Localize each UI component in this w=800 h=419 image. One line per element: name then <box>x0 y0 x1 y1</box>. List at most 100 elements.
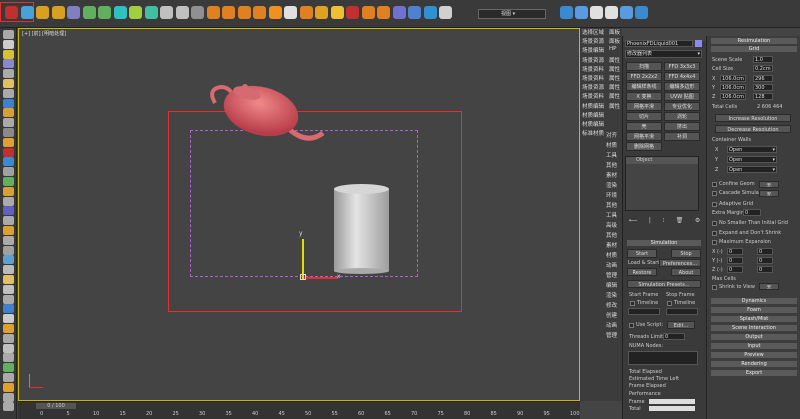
menu-item[interactable]: 面板 <box>609 28 620 36</box>
command-icon[interactable] <box>3 265 14 275</box>
adaptive-grid-checkbox[interactable] <box>712 202 717 207</box>
menu-item[interactable]: 场景资源 <box>582 83 604 91</box>
command-icon[interactable] <box>3 59 14 69</box>
stop-button[interactable]: Stop <box>671 249 701 258</box>
toolbar-tool-icon[interactable] <box>330 6 344 19</box>
wall-x-dropdown[interactable]: Open ▾ <box>727 146 777 153</box>
toolbar-tool-icon[interactable] <box>5 6 18 19</box>
toolbar-tool-icon[interactable] <box>222 6 235 19</box>
menu-item[interactable]: 属性 <box>609 56 620 64</box>
about-button[interactable]: About <box>671 268 701 276</box>
rollout-section-header[interactable]: Dynamics <box>711 298 797 304</box>
y-cells-field[interactable]: 300 <box>753 84 773 91</box>
view-nav-icon[interactable] <box>590 6 603 19</box>
menu-item[interactable]: 其他 <box>606 231 617 239</box>
x-size-field[interactable]: 106.0cm <box>720 75 746 82</box>
rollout-section-header[interactable]: Scene Interaction <box>711 325 797 331</box>
menu-item[interactable]: 场景编辑 <box>582 46 604 54</box>
menu-item[interactable]: 素材 <box>606 171 617 179</box>
object-name-field[interactable]: PhoenixFDLiquid001 <box>625 40 693 47</box>
y-minus-field[interactable]: 0 <box>727 257 743 264</box>
command-icon[interactable] <box>3 402 14 412</box>
command-icon[interactable] <box>3 226 14 235</box>
start-timeline-checkbox[interactable] <box>630 301 635 306</box>
menu-item[interactable]: 材质编辑 <box>582 102 604 110</box>
toolbar-tool-icon[interactable] <box>191 6 204 19</box>
start-button[interactable]: Start <box>627 249 657 258</box>
toolbar-tool-icon[interactable] <box>20 6 34 19</box>
pin-stack-icon[interactable]: ⟵ <box>629 217 638 224</box>
time-slider[interactable]: 0 / 100 <box>36 403 76 409</box>
toolbar-tool-icon[interactable] <box>144 6 158 19</box>
timeline-bar[interactable]: 0 / 100 0 5 10 15 20 25 30 35 40 45 50 55 60 65 70 75 80… <box>18 401 580 419</box>
menu-item[interactable]: 工具 <box>606 151 617 159</box>
z-size-field[interactable]: 106.0cm <box>720 93 746 100</box>
modifier-button[interactable]: FFD 4x4x4 <box>664 72 700 81</box>
toolbar-tool-icon[interactable] <box>160 6 173 19</box>
toolbar-tool-icon[interactable] <box>175 6 189 19</box>
command-icon[interactable] <box>3 314 14 324</box>
rollout-section-header[interactable]: Rendering <box>711 361 797 367</box>
preferences-button[interactable]: Preferences... <box>659 259 701 267</box>
y-plus-field[interactable]: 0 <box>757 257 773 264</box>
grid-rollout[interactable]: Grid <box>711 46 797 52</box>
shrink-picker[interactable]: 无 <box>759 283 779 290</box>
modifier-button[interactable]: 切片 <box>626 112 662 121</box>
command-icon[interactable] <box>3 235 14 245</box>
numa-nodes-field[interactable] <box>628 351 698 365</box>
command-icon[interactable] <box>3 69 14 79</box>
start-frame-field[interactable] <box>628 308 660 315</box>
command-icon[interactable] <box>3 157 14 167</box>
command-icon[interactable] <box>3 373 14 382</box>
z-minus-field[interactable]: 0 <box>727 266 743 273</box>
command-icon[interactable] <box>3 324 14 333</box>
command-icon[interactable] <box>3 167 14 177</box>
toolbar-tool-icon[interactable] <box>82 6 96 19</box>
toolbar-tool-icon[interactable] <box>237 6 251 19</box>
toolbar-tool-icon[interactable] <box>129 6 142 19</box>
load-start-button[interactable]: Load & Start <box>628 260 659 266</box>
decrease-resolution-button[interactable]: Decrease Resolution <box>715 125 791 133</box>
command-icon[interactable] <box>3 30 14 39</box>
simulation-rollout-header[interactable]: Simulation <box>627 240 701 246</box>
menu-item[interactable]: 属性 <box>609 83 620 91</box>
toolbar-tool-icon[interactable] <box>113 6 127 19</box>
menu-item[interactable]: 修改 <box>606 301 617 309</box>
rollout-section-header[interactable]: Preview <box>711 352 797 358</box>
restore-button[interactable]: Restore <box>627 268 657 276</box>
cell-size-field[interactable]: 0.2cm <box>753 65 773 72</box>
menu-item[interactable]: 材质 <box>606 141 617 149</box>
show-result-icon[interactable]: | <box>649 217 651 224</box>
command-icon[interactable] <box>3 382 14 392</box>
max-expansion-checkbox[interactable] <box>712 240 717 245</box>
increase-resolution-button[interactable]: Increase Resolution <box>715 114 791 122</box>
menu-item[interactable]: 场景资料 <box>582 74 604 82</box>
modifier-button[interactable]: 挤出 <box>664 122 700 131</box>
rollout-section-header[interactable]: Foam <box>711 307 797 313</box>
command-icon[interactable] <box>3 363 14 373</box>
cascade-checkbox[interactable] <box>712 191 717 196</box>
teapot-object[interactable] <box>207 81 337 161</box>
command-icon[interactable] <box>3 284 14 294</box>
menu-item[interactable]: 创建 <box>606 311 617 319</box>
command-icon[interactable] <box>3 49 14 59</box>
toolbar-tool-icon[interactable] <box>423 6 437 19</box>
command-icon[interactable] <box>3 304 14 314</box>
command-icon[interactable] <box>3 147 14 157</box>
modifier-button[interactable]: 壳 <box>626 122 662 131</box>
shrink-checkbox[interactable] <box>712 285 717 290</box>
command-icon[interactable] <box>3 343 14 353</box>
menu-item[interactable]: 属性 <box>609 102 620 110</box>
command-icon[interactable] <box>3 294 14 304</box>
front-viewport[interactable]: [+] [前] [明暗处理] y x <box>18 28 580 401</box>
toolbar-tool-icon[interactable] <box>315 6 328 19</box>
menu-item[interactable]: 渲染 <box>606 291 617 299</box>
menu-item[interactable]: 材质编辑 <box>582 111 604 119</box>
view-nav-icon[interactable] <box>635 6 648 19</box>
toolbar-tool-icon[interactable] <box>408 6 421 19</box>
view-nav-icon[interactable] <box>620 6 633 19</box>
gizmo-y-axis[interactable] <box>302 239 304 279</box>
command-icon[interactable] <box>3 392 14 402</box>
menu-item[interactable]: 管理 <box>606 271 617 279</box>
menu-item[interactable]: 对齐 <box>606 131 617 139</box>
